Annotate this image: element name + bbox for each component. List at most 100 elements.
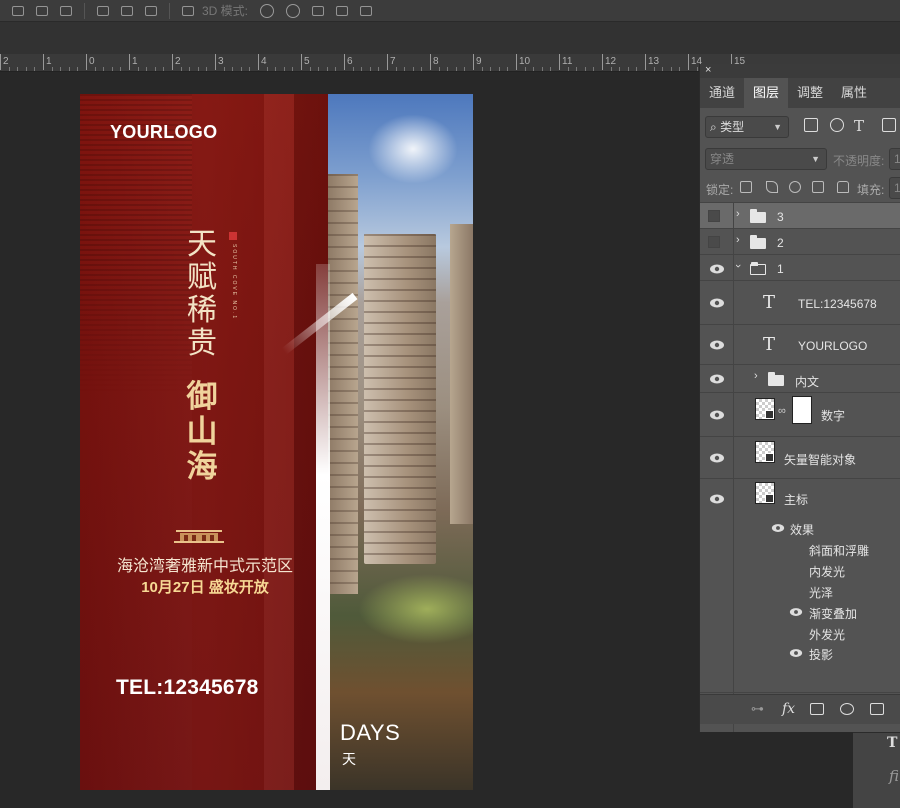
layer-thumbnail (755, 441, 775, 463)
effect-drop-shadow[interactable]: 投影 (809, 646, 833, 663)
ruler-minor-tick (498, 67, 500, 71)
chevron-right-icon[interactable]: › (736, 208, 740, 220)
visibility-toggle-off[interactable] (708, 236, 720, 248)
layer-row-group-3[interactable]: › 3 (700, 202, 900, 228)
divider (733, 437, 734, 478)
eye-icon[interactable] (709, 407, 725, 423)
drag-3d-icon[interactable] (312, 5, 325, 16)
rotate-3d-icon[interactable] (260, 3, 275, 18)
tab-channels[interactable]: 通道 (700, 78, 744, 108)
fill-label: 填充: (857, 183, 885, 197)
eye-icon[interactable] (789, 605, 803, 619)
align-vcenter-icon[interactable] (36, 5, 48, 16)
layer-mask-thumbnail[interactable] (792, 396, 812, 424)
canvas-poster[interactable]: YOURLOGO 天赋稀贵 御山海 SOUTH COVE NO.1 海沧湾奢雅新… (80, 94, 473, 790)
align-top-icon[interactable] (12, 5, 24, 16)
chevron-down-icon[interactable]: › (732, 264, 744, 268)
visibility-toggle-off[interactable] (708, 210, 720, 222)
panel-title-strip[interactable] (700, 64, 900, 78)
filter-shape-icon[interactable] (882, 118, 896, 132)
ruler-tick-label: 3 (215, 54, 224, 70)
type-tool-icon[interactable]: T (887, 735, 897, 751)
layer-row-tel[interactable]: T TEL:12345678 (700, 280, 900, 324)
ruler-tick-label: 4 (258, 54, 267, 70)
ruler-minor-tick (318, 67, 320, 71)
lock-position-icon[interactable] (789, 181, 801, 193)
open-folder-icon (750, 262, 766, 275)
ruler-minor-tick (584, 67, 586, 71)
ruler-minor-tick (352, 67, 354, 71)
smart-object-badge-icon (765, 453, 774, 462)
filter-type-icon[interactable]: T (854, 117, 864, 135)
ruler-minor-tick (395, 67, 397, 71)
eye-icon[interactable] (709, 295, 725, 311)
eye-icon[interactable] (709, 371, 725, 387)
effects-label[interactable]: 效果 (790, 521, 814, 538)
link-icon[interactable]: ∞ (778, 405, 786, 417)
fx-icon[interactable]: fx (782, 701, 795, 717)
layer-name: 1 (777, 262, 784, 276)
filter-adjustment-icon[interactable] (830, 118, 844, 132)
ruler-minor-tick (627, 67, 629, 71)
eye-icon[interactable] (709, 491, 725, 507)
lock-image-icon[interactable] (766, 181, 778, 193)
distribute-right-icon[interactable] (145, 5, 157, 16)
ruler-minor-tick (447, 67, 449, 71)
effect-bevel-emboss[interactable]: 斜面和浮雕 (809, 542, 869, 559)
tab-properties[interactable]: 属性 (832, 78, 876, 108)
eye-icon[interactable] (709, 261, 725, 277)
roll-3d-icon[interactable] (286, 3, 301, 18)
add-mask-icon[interactable] (810, 703, 824, 715)
auto-align-icon[interactable] (182, 5, 194, 16)
divider (733, 229, 734, 254)
eye-icon[interactable] (709, 450, 725, 466)
eye-icon[interactable] (789, 646, 803, 660)
ruler-minor-tick (197, 67, 199, 71)
distribute-hcenter-icon[interactable] (121, 5, 133, 16)
opacity-value: 10 (894, 152, 900, 166)
eye-icon[interactable] (709, 337, 725, 353)
effect-gradient-overlay[interactable]: 渐变叠加 (809, 605, 857, 622)
layer-row-main-title[interactable]: 主标 效果 斜面和浮雕 内发光 光泽 渐变叠加 外发光 投影 (700, 478, 900, 692)
ruler-tick-label: 0 (86, 54, 95, 70)
layer-row-group-1[interactable]: › 1 (700, 254, 900, 280)
eye-icon[interactable] (771, 521, 785, 535)
layer-row-group-2[interactable]: › 2 (700, 228, 900, 254)
slide-3d-icon[interactable] (336, 5, 349, 16)
ruler-minor-tick (309, 67, 311, 71)
filter-kind-select[interactable]: ⌕ 类型 ▼ (705, 116, 789, 138)
layer-row-digits[interactable]: ∞ 数字 (700, 392, 900, 436)
effect-inner-glow[interactable]: 内发光 (809, 563, 845, 580)
distribute-left-icon[interactable] (97, 5, 109, 16)
layer-row-vector-smart-object[interactable]: 矢量智能对象 (700, 436, 900, 478)
new-group-icon[interactable] (870, 703, 884, 715)
tab-adjustments[interactable]: 调整 (788, 78, 832, 108)
ruler-minor-tick (335, 67, 337, 71)
panel-close-icon[interactable]: × (705, 64, 711, 76)
layer-row-yourlogo[interactable]: T YOURLOGO (700, 324, 900, 364)
align-bottom-icon[interactable] (60, 5, 72, 16)
layer-row-group-body[interactable]: › 内文 (700, 364, 900, 392)
ruler-minor-tick (438, 67, 440, 71)
chevron-right-icon[interactable]: › (754, 370, 758, 382)
adjustment-layer-icon[interactable] (840, 703, 854, 715)
scale-3d-icon[interactable] (360, 5, 373, 16)
ruler-minor-tick (25, 67, 27, 71)
fill-field[interactable]: 1 (889, 177, 900, 199)
lock-transparency-icon[interactable] (740, 181, 752, 193)
opacity-field[interactable]: 10 (889, 148, 900, 170)
divider (169, 2, 170, 19)
ruler-tick-label: 2 (172, 54, 181, 70)
ligature-icon[interactable]: fi (889, 767, 899, 785)
effect-satin[interactable]: 光泽 (809, 584, 833, 601)
ruler-minor-tick (696, 67, 698, 71)
ruler-minor-tick (369, 67, 371, 71)
link-layers-icon[interactable]: ⊶ (751, 701, 764, 717)
blend-mode-select[interactable]: 穿透 ▼ (705, 148, 827, 170)
chevron-right-icon[interactable]: › (736, 234, 740, 246)
filter-pixel-icon[interactable] (804, 118, 818, 132)
tab-layers[interactable]: 图层 (744, 78, 788, 108)
lock-all-icon[interactable] (837, 181, 849, 193)
lock-artboard-icon[interactable] (812, 181, 824, 193)
effect-outer-glow[interactable]: 外发光 (809, 626, 845, 643)
